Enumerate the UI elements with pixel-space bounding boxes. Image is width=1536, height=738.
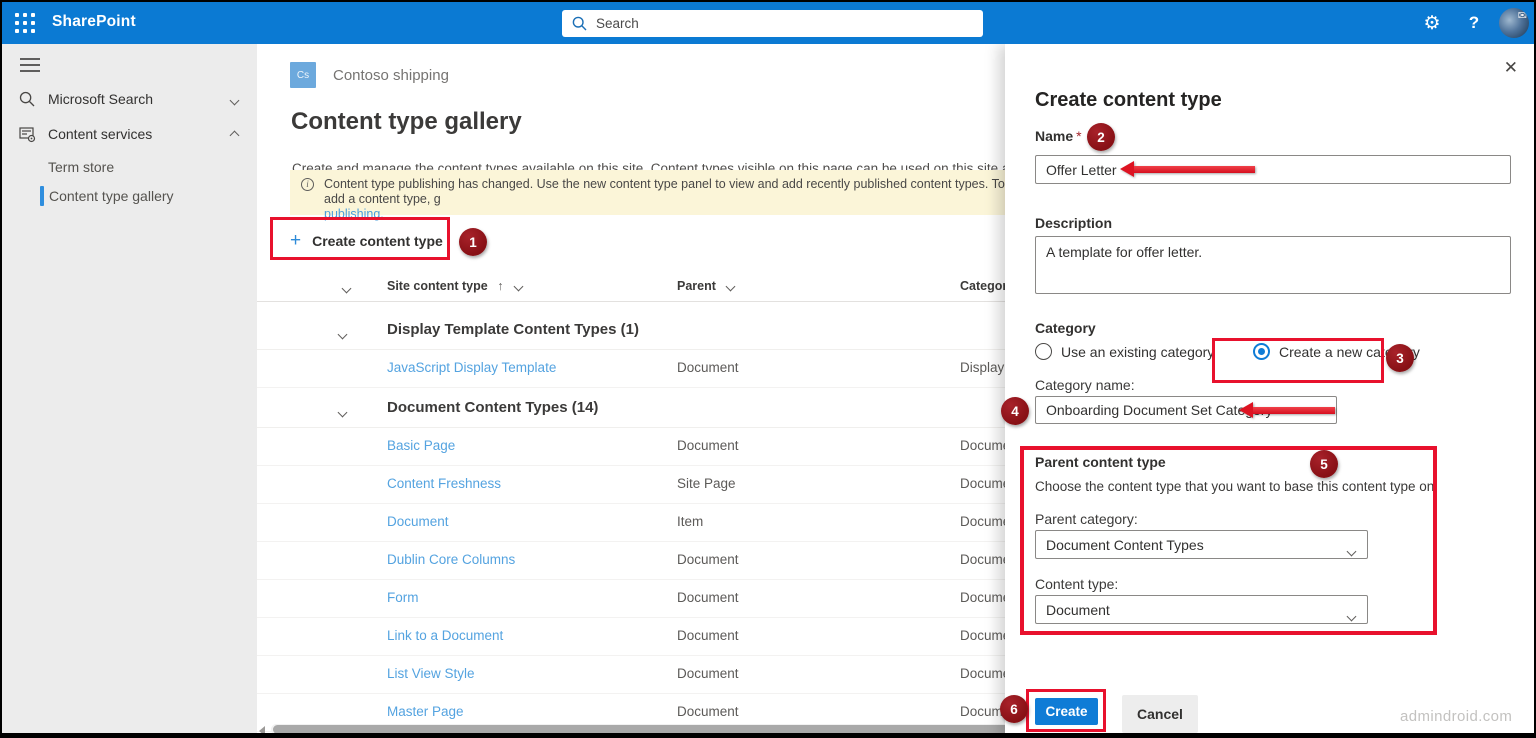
screenshot-frame: SharePoint ⚙ ? Microsoft Search Content … — [0, 0, 1536, 738]
radio-checked-icon — [1253, 343, 1270, 360]
content-type-dropdown[interactable]: Document — [1035, 595, 1368, 624]
info-icon: i — [301, 178, 314, 191]
content-type-link[interactable]: Master Page — [387, 704, 464, 719]
chevron-down-icon — [1347, 612, 1357, 622]
sidebar-item-label: Content services — [48, 126, 152, 142]
required-marker: * — [1076, 128, 1081, 144]
sidebar-item-content-type-gallery[interactable]: Content type gallery — [2, 181, 257, 211]
search-icon — [18, 90, 36, 108]
content-type-link[interactable]: Document — [387, 514, 449, 529]
sidebar-item-label: Microsoft Search — [48, 91, 153, 107]
account-avatar[interactable] — [1499, 8, 1529, 38]
global-search-box[interactable] — [562, 10, 983, 37]
search-icon — [572, 16, 587, 31]
watermark: admindroid.com — [1400, 708, 1512, 725]
sort-ascending-icon: ↑ — [497, 279, 503, 293]
parent-category-dropdown[interactable]: Document Content Types — [1035, 530, 1368, 559]
sidebar-item-label: Content type gallery — [49, 188, 174, 204]
app-title[interactable]: SharePoint — [52, 13, 136, 31]
sidebar-item-microsoft-search[interactable]: Microsoft Search — [2, 82, 257, 116]
create-content-type-panel: ✕ Create content type Name* Description … — [1005, 44, 1536, 738]
close-icon[interactable]: ✕ — [1504, 58, 1518, 78]
group-collapse-chevron-icon[interactable] — [338, 330, 348, 340]
chevron-down-icon — [230, 96, 240, 106]
category-radio-group: Use an existing category Create a new ca… — [1035, 343, 1515, 365]
radio-use-existing-category[interactable]: Use an existing category — [1035, 343, 1214, 360]
publishing-link[interactable]: publishing. — [324, 207, 1028, 222]
content-type-link[interactable]: Form — [387, 590, 419, 605]
search-input[interactable] — [596, 16, 936, 31]
panel-title: Create content type — [1035, 89, 1222, 112]
settings-gear-icon[interactable]: ⚙ — [1414, 2, 1450, 44]
chevron-down-icon — [513, 282, 523, 292]
chevron-down-icon — [726, 282, 736, 292]
content-type-link[interactable]: Basic Page — [387, 438, 455, 453]
select-all-chevron-icon[interactable] — [342, 284, 352, 294]
content-type-link[interactable]: JavaScript Display Template — [387, 360, 556, 375]
name-field[interactable] — [1035, 155, 1511, 184]
category-name-field[interactable] — [1035, 396, 1337, 424]
nav-collapse-hamburger-icon[interactable] — [20, 58, 40, 72]
scrollbar-thumb[interactable] — [273, 725, 1031, 734]
info-message-bar: i Content type publishing has changed. U… — [290, 170, 1038, 215]
site-logo[interactable]: Cs — [290, 62, 316, 88]
sidebar-item-label: Term store — [48, 159, 114, 175]
content-type-link[interactable]: List View Style — [387, 666, 475, 681]
banner-text: Content type publishing has changed. Use… — [324, 177, 1005, 206]
description-label: Description — [1035, 215, 1112, 231]
create-button[interactable]: Create — [1035, 698, 1098, 725]
content-type-label: Content type: — [1035, 576, 1118, 592]
scroll-left-arrow-icon[interactable] — [259, 726, 265, 736]
app-launcher-waffle-icon[interactable] — [15, 13, 35, 33]
name-label: Name* — [1035, 128, 1082, 144]
page-title: Content type gallery — [291, 108, 522, 136]
parent-category-label: Parent category: — [1035, 511, 1138, 527]
content-type-link[interactable]: Content Freshness — [387, 476, 501, 491]
suite-top-bar: SharePoint ⚙ ? — [2, 2, 1534, 44]
selected-indicator — [40, 186, 44, 206]
category-label: Category — [1035, 320, 1096, 336]
chevron-down-icon — [1347, 547, 1357, 557]
category-name-label: Category name: — [1035, 377, 1135, 393]
plus-icon: + — [290, 230, 301, 252]
sidebar-item-content-services[interactable]: Content services — [2, 117, 257, 151]
chevron-up-icon — [230, 131, 240, 141]
sidebar-item-term-store[interactable]: Term store — [2, 152, 257, 182]
parent-content-type-title: Parent content type — [1035, 454, 1166, 470]
content-type-link[interactable]: Dublin Core Columns — [387, 552, 515, 567]
group-collapse-chevron-icon[interactable] — [338, 408, 348, 418]
help-icon[interactable]: ? — [1458, 2, 1490, 44]
site-header: Cs Contoso shipping — [290, 62, 449, 88]
column-header-site-content-type[interactable]: Site content type ↑ — [387, 279, 522, 293]
content-services-icon — [18, 125, 36, 143]
parent-content-type-description: Choose the content type that you want to… — [1035, 479, 1438, 494]
radio-unchecked-icon — [1035, 343, 1052, 360]
content-type-link[interactable]: Link to a Document — [387, 628, 503, 643]
description-field[interactable]: A template for offer letter. — [1035, 236, 1511, 294]
create-content-type-button[interactable]: + Create content type — [273, 222, 463, 259]
radio-create-new-category[interactable]: Create a new category — [1253, 343, 1420, 360]
site-name[interactable]: Contoso shipping — [333, 67, 449, 84]
cancel-button[interactable]: Cancel — [1122, 695, 1198, 733]
column-header-parent[interactable]: Parent — [677, 279, 734, 293]
admin-left-nav: Microsoft Search Content services Term s… — [2, 44, 257, 738]
